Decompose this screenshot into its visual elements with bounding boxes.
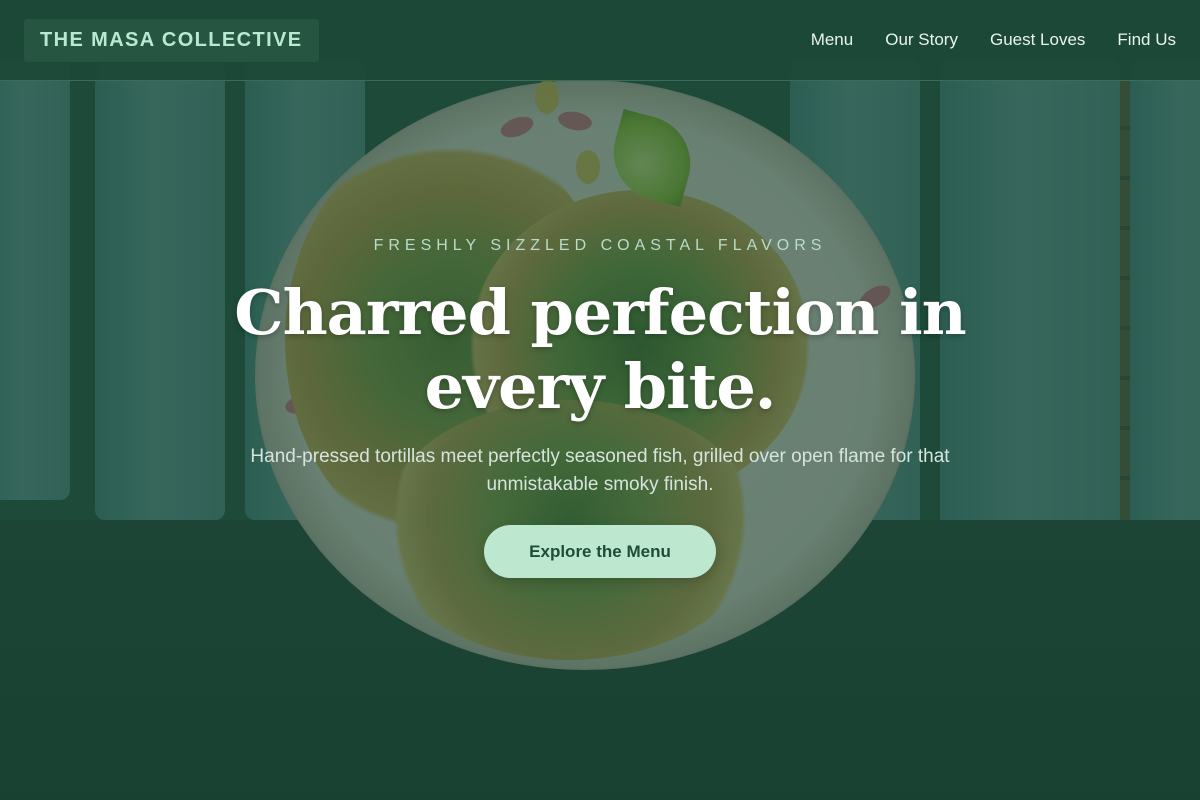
nav-link-guest-loves[interactable]: Guest Loves [990,30,1085,50]
hero-section: FRESHLY SIZZLED COASTAL FLAVORS Charred … [0,81,1200,800]
brand-logo[interactable]: THE MASA COLLECTIVE [24,18,319,62]
hero-headline: Charred perfection in every bite. [234,276,966,423]
nav-link-menu[interactable]: Menu [811,30,854,50]
site-header: THE MASA COLLECTIVE Menu Our Story Guest… [0,0,1200,81]
nav-link-find-us[interactable]: Find Us [1117,30,1176,50]
hero-eyebrow: FRESHLY SIZZLED COASTAL FLAVORS [373,237,827,254]
hero-subtext: Hand-pressed tortillas meet perfectly se… [250,446,950,495]
main-nav: Menu Our Story Guest Loves Find Us [811,30,1176,50]
explore-menu-button[interactable]: Explore the Menu [484,525,716,578]
nav-link-our-story[interactable]: Our Story [885,30,958,50]
